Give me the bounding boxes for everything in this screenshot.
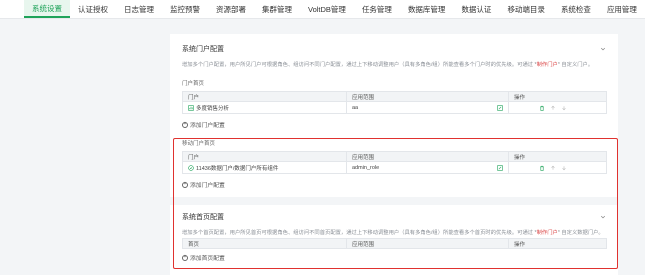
move-down-icon[interactable] <box>561 105 567 111</box>
dashboard-icon <box>188 104 194 111</box>
home-table: 首页 应用范围 操作 <box>182 238 607 249</box>
nav-tab-mobile-catalog[interactable]: 移动端目录 <box>499 0 553 18</box>
chevron-down-icon[interactable] <box>600 214 606 220</box>
column-header-scope: 应用范围 <box>347 152 509 161</box>
add-mobile-portal-config-button[interactable]: + 添加门户配置 <box>182 180 225 189</box>
table-row: 多度销售分析 aa <box>183 101 606 113</box>
move-down-icon[interactable] <box>561 165 567 171</box>
column-header-scope: 应用范围 <box>347 239 509 248</box>
actions-cell <box>509 102 606 113</box>
pc-portal-label: 门户首页 <box>182 81 205 87</box>
portal-name: 11436数据门户/数据门户所有组件 <box>196 165 279 172</box>
column-header-scope: 应用范围 <box>347 92 509 101</box>
table-header: 门户 应用范围 操作 <box>183 92 606 101</box>
nav-tab-data-auth[interactable]: 数据认证 <box>453 0 499 18</box>
portal-section-description: 增加多个门户配置，用户所见门户可根据角色、组访问不同门户配置，通过上下移动调整用… <box>182 62 594 68</box>
nav-tab-tasks[interactable]: 任务管理 <box>354 0 400 18</box>
nav-tab-resources[interactable]: 资源部署 <box>208 0 254 18</box>
portal-section-title: 系统门户配置 <box>182 46 224 53</box>
nav-tab-voltdb[interactable]: VoltDB管理 <box>300 0 354 18</box>
plus-circle-icon: + <box>182 121 188 128</box>
portal-name: 多度销售分析 <box>196 105 230 112</box>
plus-circle-icon: + <box>182 254 188 261</box>
chevron-down-icon[interactable] <box>600 46 606 52</box>
scope-value: admin_role <box>352 164 380 171</box>
home-section-title: 系统首页配置 <box>182 214 224 221</box>
nav-tab-logs[interactable]: 日志管理 <box>116 0 162 18</box>
column-header-actions: 操作 <box>514 94 526 101</box>
nav-tab-system-check[interactable]: 系统检查 <box>553 0 599 18</box>
column-header-actions: 操作 <box>514 154 526 161</box>
mobile-portal-table: 门户 应用范围 操作 11436数据门户/数据门户所有组件 admin_role <box>182 151 607 174</box>
edit-scope-icon[interactable] <box>497 164 503 171</box>
mobile-portal-icon <box>188 164 194 171</box>
home-section-description: 增加多个首页配置，用户所见首页可根据角色、组访问不同首页配置，通过上下移动调整用… <box>182 230 604 236</box>
plus-circle-icon: + <box>182 181 188 188</box>
column-header-home: 首页 <box>183 239 347 248</box>
table-header: 门户 应用范围 操作 <box>183 152 606 161</box>
add-portal-config-button[interactable]: + 添加门户配置 <box>182 120 225 129</box>
column-header-portal: 门户 <box>183 92 347 101</box>
settings-panel: 系统门户配置 增加多个门户配置，用户所见门户可根据角色、组访问不同门户配置，通过… <box>170 34 618 275</box>
column-header-portal: 门户 <box>183 152 347 161</box>
make-portal-link[interactable]: 制作门户 <box>537 62 558 68</box>
nav-tab-auth[interactable]: 认证授权 <box>70 0 116 18</box>
nav-tab-monitoring[interactable]: 监控预警 <box>162 0 208 18</box>
section-divider <box>170 197 618 205</box>
mobile-portal-label: 移动门户首页 <box>182 141 216 147</box>
move-up-icon[interactable] <box>550 105 556 111</box>
nav-tab-database[interactable]: 数据库管理 <box>400 0 454 18</box>
column-header-actions: 操作 <box>514 241 526 248</box>
nav-tab-app-management[interactable]: 应用管理 <box>599 0 645 18</box>
scope-cell: admin_role <box>347 162 509 173</box>
home-section-header[interactable]: 系统首页配置 <box>182 212 606 222</box>
table-row: 11436数据门户/数据门户所有组件 admin_role <box>183 161 606 173</box>
add-home-config-button[interactable]: + 添加首页配置 <box>182 253 225 262</box>
nav-tab-cluster[interactable]: 集群管理 <box>254 0 300 18</box>
scope-cell: aa <box>347 102 509 113</box>
delete-icon[interactable] <box>539 165 545 171</box>
delete-icon[interactable] <box>539 105 545 111</box>
make-portal-link[interactable]: 制作门户 <box>537 230 558 236</box>
edit-scope-icon[interactable] <box>497 104 503 111</box>
top-nav: 系统设置 认证授权 日志管理 监控预警 资源部署 集群管理 VoltDB管理 任… <box>0 0 645 19</box>
portal-cell: 11436数据门户/数据门户所有组件 <box>183 162 347 173</box>
table-header: 首页 应用范围 操作 <box>183 239 606 248</box>
portal-section-header[interactable]: 系统门户配置 <box>182 44 606 54</box>
actions-cell <box>509 162 606 173</box>
portal-cell: 多度销售分析 <box>183 102 347 113</box>
portal-table: 门户 应用范围 操作 多度销售分析 aa <box>182 91 607 114</box>
move-up-icon[interactable] <box>550 165 556 171</box>
scope-value: aa <box>352 104 359 111</box>
nav-tab-system-settings[interactable]: 系统设置 <box>24 0 70 18</box>
